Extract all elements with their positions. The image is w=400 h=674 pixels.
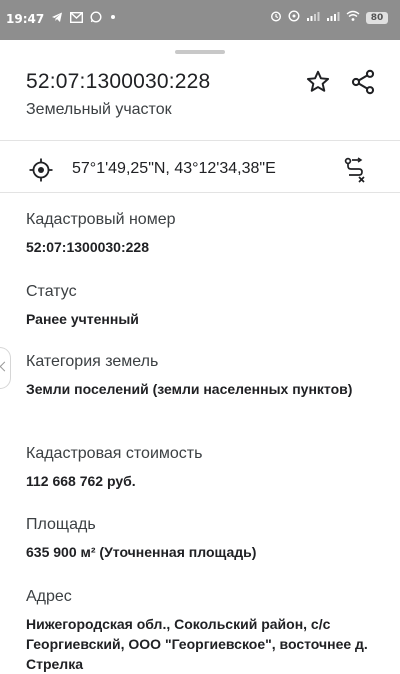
clock-icon: [288, 10, 300, 25]
field-value: Земли поселений (земли населенных пункто…: [26, 381, 353, 397]
field-label: Адрес: [26, 588, 72, 605]
coordinates-row[interactable]: 57°1'49,25"N, 43°12'34,38"E: [0, 148, 400, 192]
field-label: Кадастровый номер: [26, 211, 176, 228]
divider: [0, 192, 400, 193]
signal-icon: [326, 10, 340, 25]
field-cadastral-number: Кадастровый номер 52:07:1300030:228: [26, 210, 376, 257]
coordinates-text[interactable]: 57°1'49,25"N, 43°12'34,38"E: [72, 160, 276, 178]
wifi-icon: [346, 10, 360, 25]
mail-icon: [70, 11, 84, 26]
drag-handle[interactable]: [175, 50, 225, 54]
field-value[interactable]: Нижегородская обл., Сокольский район, с/…: [26, 614, 376, 674]
field-value: Ранее учтенный: [26, 311, 139, 327]
share-icon: [351, 69, 375, 95]
dot-icon: [109, 11, 117, 26]
target-icon[interactable]: [28, 157, 54, 183]
share-button[interactable]: [346, 66, 380, 98]
field-status: Статус Ранее учтенный: [26, 282, 376, 329]
field-address: Адрес Нижегородская обл., Сокольский рай…: [26, 587, 376, 674]
object-type: Земельный участок: [26, 101, 172, 118]
field-label: Статус: [26, 283, 77, 300]
field-label: Площадь: [26, 516, 96, 533]
field-label: Категория земель: [26, 353, 159, 370]
field-cadastral-value: Кадастровая стоимость 112 668 762 руб.: [26, 444, 376, 491]
signal-icon: [306, 10, 320, 25]
route-icon[interactable]: [340, 155, 370, 185]
favorite-button[interactable]: [302, 66, 334, 98]
status-time: 19:47: [6, 11, 45, 26]
star-icon: [306, 70, 330, 92]
page-title: 52:07:1300030:228: [26, 70, 211, 93]
telegram-icon: [51, 11, 63, 26]
details-sheet: 52:07:1300030:228 Земельный участок 57°1…: [0, 40, 400, 673]
alarm-icon: [270, 10, 282, 25]
status-bar-left: 19:47: [6, 11, 117, 26]
field-land-category: Категория земель Земли поселений (земли …: [26, 352, 376, 399]
field-label: Кадастровая стоимость: [26, 445, 203, 462]
field-value[interactable]: 52:07:1300030:228: [26, 237, 376, 257]
edge-back-arrow[interactable]: [0, 347, 11, 389]
field-value: 635 900 м² (Уточненная площадь): [26, 544, 257, 560]
battery-indicator: 80: [366, 11, 388, 24]
field-value: 112 668 762 руб.: [26, 473, 136, 489]
divider: [0, 140, 400, 141]
status-bar-right: 80: [270, 10, 388, 25]
whatsapp-icon: [90, 11, 102, 26]
status-bar: 19:47 80: [0, 0, 400, 40]
field-area: Площадь 635 900 м² (Уточненная площадь): [26, 515, 376, 562]
